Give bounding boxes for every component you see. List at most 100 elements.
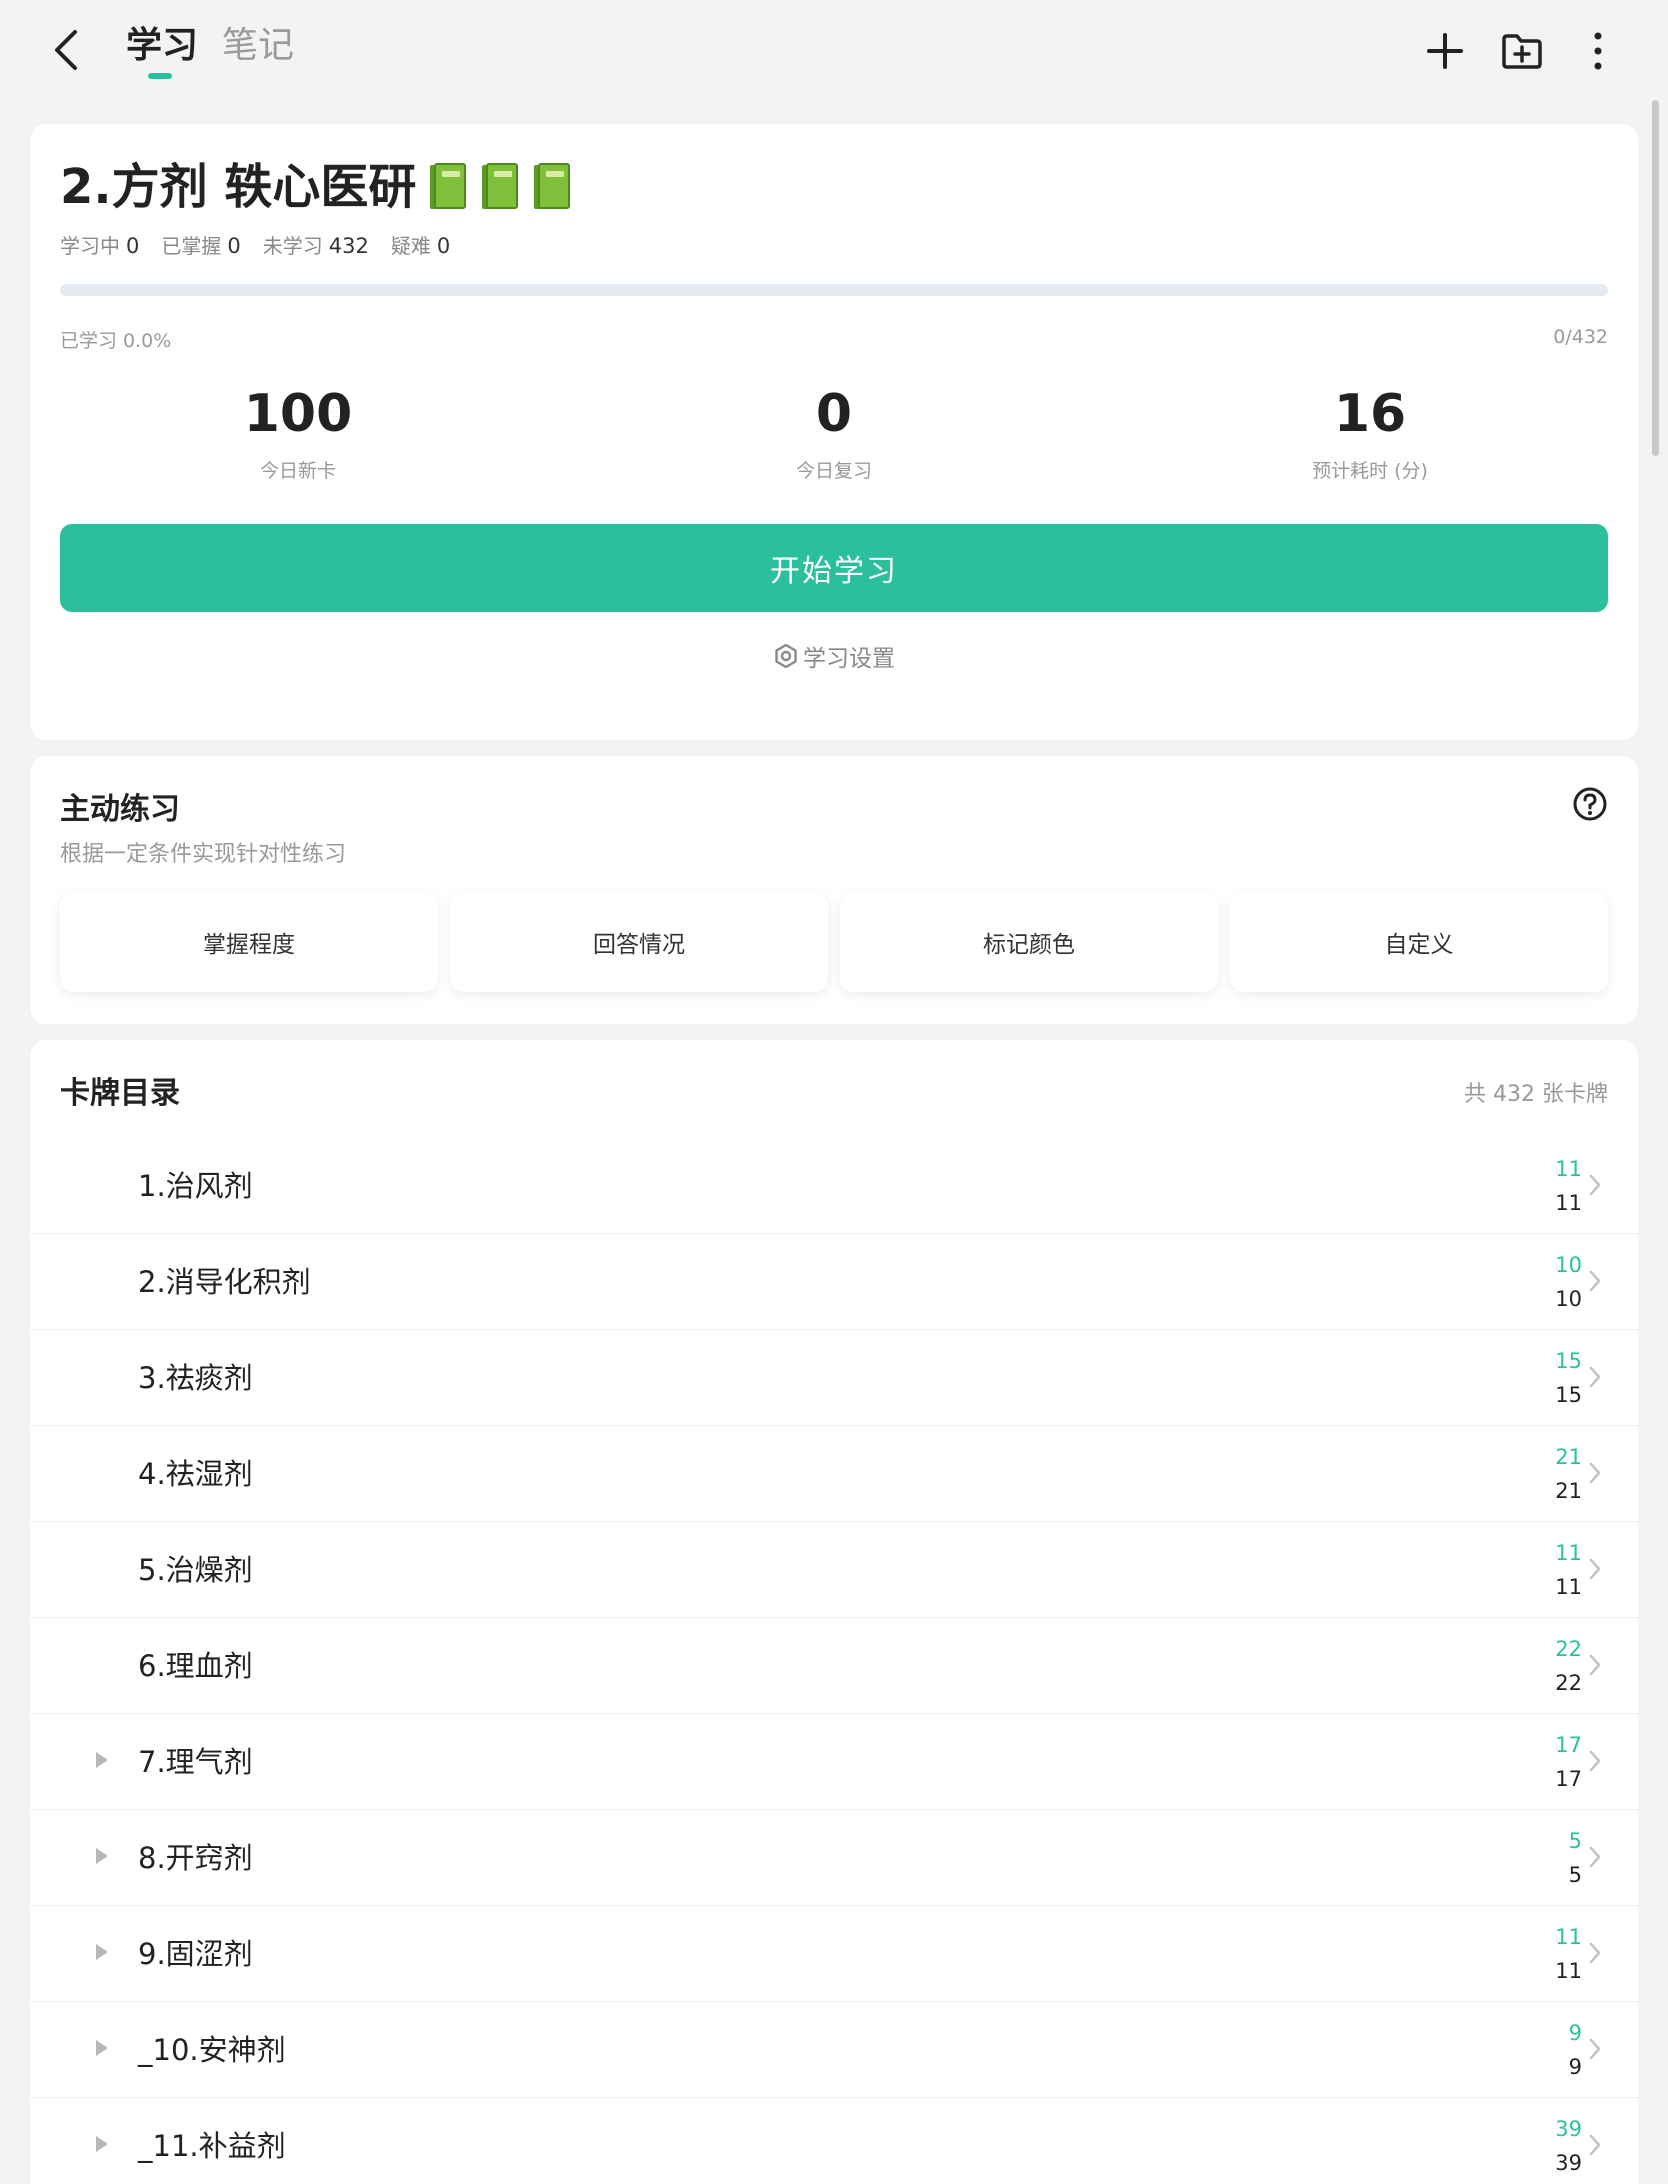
deck-title: 2.方剂 轶心医研 — [60, 154, 572, 220]
catalog-row-count-new: 22 — [1555, 1637, 1582, 1661]
expand-triangle-icon[interactable] — [96, 1944, 108, 1960]
catalog-row-name: 3.祛痰剂 — [138, 1361, 253, 1395]
scrollbar[interactable] — [1652, 100, 1659, 456]
tab-active-indicator — [148, 73, 172, 79]
catalog-row-name: 8.开窍剂 — [138, 1841, 253, 1875]
catalog-row-count-total: 11 — [1555, 1959, 1582, 1983]
catalog-row[interactable]: 9.固涩剂 11 11 — [30, 1906, 1638, 2002]
catalog-row-name: _10.安神剂 — [138, 2033, 286, 2067]
catalog-row-name: 4.祛湿剂 — [138, 1457, 253, 1491]
help-button[interactable] — [1572, 786, 1608, 822]
catalog-row-counts: 99 — [1569, 2016, 1582, 2084]
study-settings-label: 学习设置 — [803, 646, 895, 672]
chevron-right-icon — [1589, 1366, 1601, 1388]
catalog-row[interactable]: _11.补益剂 39 39 — [30, 2098, 1638, 2184]
expand-triangle-icon[interactable] — [96, 1848, 108, 1864]
chevron-right-icon — [1589, 1174, 1601, 1196]
catalog-row[interactable]: 2.消导化积剂 10 10 — [30, 1234, 1638, 1330]
practice-mastery-button[interactable]: 掌握程度 — [60, 892, 438, 992]
active-practice-card: 主动练习 根据一定条件实现针对性练习 掌握程度 回答情况 标记颜色 自定义 — [30, 756, 1638, 1024]
catalog-row[interactable]: 3.祛痰剂 15 15 — [30, 1330, 1638, 1426]
catalog-row-count-new: 15 — [1555, 1349, 1582, 1373]
catalog-row-counts: 55 — [1569, 1824, 1582, 1892]
catalog-row[interactable]: 1.治风剂 11 11 — [30, 1138, 1638, 1234]
catalog-row-counts: 11 11 — [1555, 1152, 1582, 1220]
deck-title-text: 2.方剂 轶心医研 — [60, 159, 417, 215]
catalog-row-name: _11.补益剂 — [138, 2129, 286, 2163]
practice-color-mark-button[interactable]: 标记颜色 — [840, 892, 1218, 992]
catalog-row-counts: 17 17 — [1555, 1728, 1582, 1796]
catalog-row-counts: 39 39 — [1555, 2112, 1582, 2180]
practice-subtitle: 根据一定条件实现针对性练习 — [60, 842, 347, 867]
catalog-row-name: 9.固涩剂 — [138, 1937, 253, 1971]
catalog-row-count-new: 21 — [1555, 1445, 1582, 1469]
catalog-row[interactable]: 6.理血剂 22 22 — [30, 1618, 1638, 1714]
deck-stats: 学习中 0 已掌握 0 未学习 432 疑难 0 — [60, 230, 450, 259]
book-icon — [482, 163, 520, 211]
new-folder-button[interactable] — [1497, 26, 1547, 76]
more-button[interactable] — [1573, 26, 1623, 76]
catalog-row-name: 6.理血剂 — [138, 1649, 253, 1683]
studied-ratio: 0/432 — [1553, 326, 1608, 348]
tab-notes[interactable]: 笔记 — [222, 22, 294, 70]
catalog-row-count-new: 39 — [1555, 2117, 1582, 2141]
metric-estimated-time: 16 预计耗时 (分) — [1312, 384, 1428, 482]
catalog-row[interactable]: 7.理气剂 17 17 — [30, 1714, 1638, 1810]
catalog-row-name: 2.消导化积剂 — [138, 1265, 311, 1299]
catalog-row[interactable]: 4.祛湿剂 21 21 — [30, 1426, 1638, 1522]
practice-title: 主动练习 — [60, 792, 180, 827]
card-catalog: 卡牌目录 共 432 张卡牌 1.治风剂 11 11 2.消导化积剂 10 10 3.祛痰剂… — [30, 1040, 1638, 2184]
catalog-row-count-total: 11 — [1555, 1575, 1582, 1599]
catalog-row-count-new: 11 — [1555, 1925, 1582, 1949]
gear-icon — [775, 643, 797, 669]
catalog-row-name: 5.治燥剂 — [138, 1553, 253, 1587]
catalog-row-count-new: 10 — [1555, 1253, 1582, 1277]
book-icon — [534, 163, 572, 211]
practice-answers-button[interactable]: 回答情况 — [450, 892, 828, 992]
catalog-row-count-total: 39 — [1555, 2151, 1582, 2175]
chevron-right-icon — [1589, 1846, 1601, 1868]
expand-triangle-icon[interactable] — [96, 2040, 108, 2056]
catalog-row[interactable]: 8.开窍剂 5 5 — [30, 1810, 1638, 1906]
expand-triangle-icon[interactable] — [96, 2136, 108, 2152]
catalog-row-counts: 11 11 — [1555, 1536, 1582, 1604]
tab-study[interactable]: 学习 — [126, 22, 198, 70]
chevron-right-icon — [1589, 1558, 1601, 1580]
catalog-row[interactable]: _10.安神剂 9 9 — [30, 2002, 1638, 2098]
catalog-title: 卡牌目录 — [60, 1076, 180, 1111]
more-vertical-icon — [1594, 32, 1602, 70]
expand-triangle-icon[interactable] — [96, 1752, 108, 1768]
start-study-button[interactable]: 开始学习 — [60, 524, 1608, 612]
catalog-row-counts: 21 21 — [1555, 1440, 1582, 1508]
practice-custom-button[interactable]: 自定义 — [1230, 892, 1608, 992]
add-button[interactable] — [1420, 26, 1470, 76]
catalog-row-count-total: 22 — [1555, 1671, 1582, 1695]
catalog-row-counts: 11 11 — [1555, 1920, 1582, 1988]
catalog-row-count-total: 21 — [1555, 1479, 1582, 1503]
chevron-right-icon — [1589, 1654, 1601, 1676]
plus-icon — [1427, 33, 1463, 69]
metric-review: 0 今日复习 — [795, 384, 872, 482]
catalog-row-count-total: 5 — [1568, 1863, 1582, 1887]
chevron-right-icon — [1589, 2134, 1601, 2156]
catalog-row-name: 1.治风剂 — [138, 1169, 253, 1203]
catalog-row-name: 7.理气剂 — [138, 1745, 253, 1779]
catalog-row-count-new: 9 — [1568, 2021, 1582, 2045]
catalog-row-count-total: 9 — [1568, 2055, 1582, 2079]
catalog-row[interactable]: 5.治燥剂 11 11 — [30, 1522, 1638, 1618]
back-button[interactable] — [44, 22, 88, 78]
studied-percent: 已学习 0.0% — [60, 330, 172, 352]
catalog-row-counts: 10 10 — [1555, 1248, 1582, 1316]
metric-new-cards: 100 今日新卡 — [243, 384, 353, 482]
study-settings-link[interactable]: 学习设置 — [30, 639, 1638, 673]
stat-learning: 学习中 0 — [60, 234, 140, 258]
back-icon — [55, 30, 77, 70]
catalog-row-count-total: 10 — [1555, 1287, 1582, 1311]
catalog-row-counts: 15 15 — [1555, 1344, 1582, 1412]
stat-mastered: 已掌握 0 — [161, 234, 241, 258]
catalog-row-count-new: 11 — [1555, 1157, 1582, 1181]
chevron-right-icon — [1589, 2038, 1601, 2060]
catalog-row-count-new: 17 — [1555, 1733, 1582, 1757]
book-icon — [430, 163, 468, 211]
catalog-row-count-total: 17 — [1555, 1767, 1582, 1791]
